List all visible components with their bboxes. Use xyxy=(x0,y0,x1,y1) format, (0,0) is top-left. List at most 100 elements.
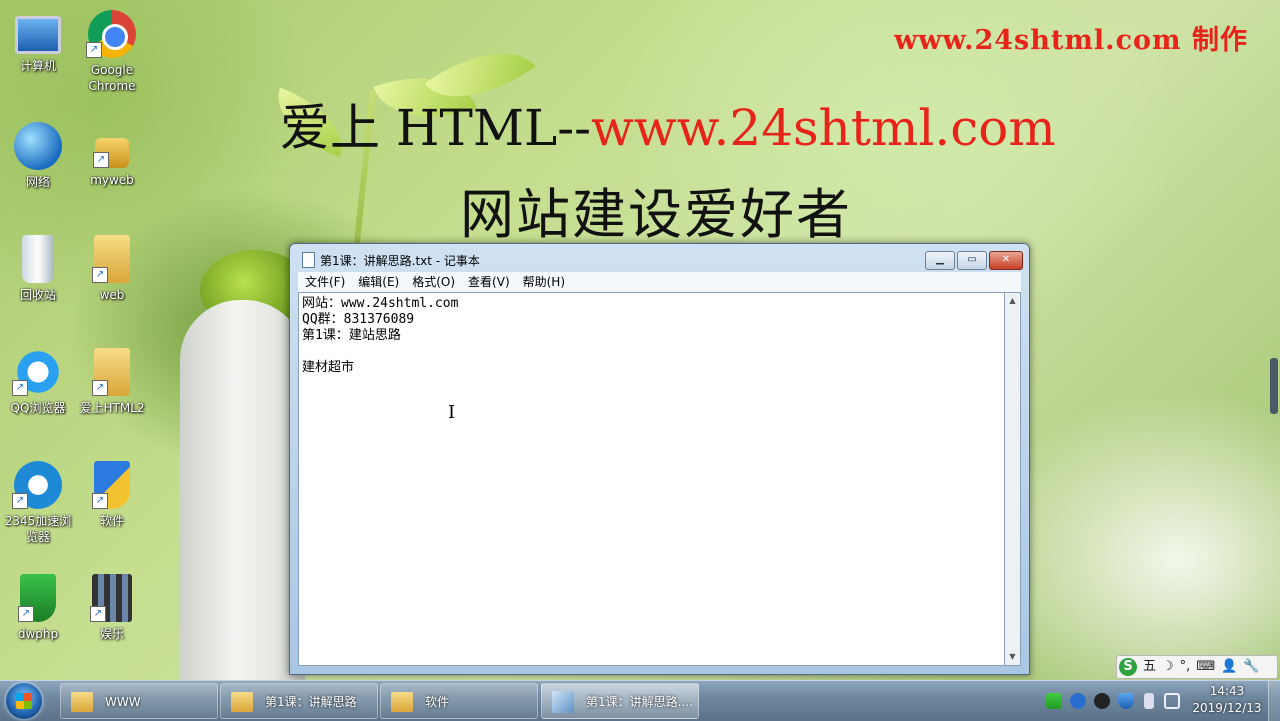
desktop-icon-label: 网络 xyxy=(25,175,50,189)
overlay-title-black: 爱上 HTML-- xyxy=(280,99,592,157)
shortcut-arrow-icon: ↗ xyxy=(92,380,108,396)
tray-action-center-icon[interactable] xyxy=(1164,693,1180,709)
folder-icon xyxy=(71,692,93,712)
clock-date: 2019/12/13 xyxy=(1192,701,1262,715)
desktop-icon-network[interactable]: 网络 xyxy=(0,122,76,190)
desktop-icon-label: Google Chrome xyxy=(88,63,136,93)
ime-toolbar[interactable]: S 五 ☽ °, ⌨ 👤 🔧 xyxy=(1116,655,1278,679)
desktop-icon-entertainment[interactable]: ↗ 娱乐 xyxy=(74,574,150,642)
taskbar-item-label: 第1课：讲解思路.... xyxy=(586,695,693,709)
side-panel-handle[interactable] xyxy=(1270,358,1278,414)
taskbar-item-label: 第1课：讲解思路 xyxy=(265,695,357,709)
recycle-bin-icon xyxy=(22,235,54,283)
notepad-window: 第1课：讲解思路.txt - 记事本 ▁ ▭ ✕ 文件(F) 编辑(E) 格式(O)… xyxy=(289,243,1030,675)
menu-view[interactable]: 查看(V) xyxy=(462,272,516,292)
shortcut-arrow-icon: ↗ xyxy=(93,152,109,168)
flower-pot xyxy=(180,300,305,680)
desktop-icon-html2[interactable]: ↗ 爱上HTML2 xyxy=(74,348,150,416)
taskbar-item-label: 软件 xyxy=(425,695,450,709)
shortcut-arrow-icon: ↗ xyxy=(92,267,108,283)
notepad-icon xyxy=(302,252,315,268)
tray-qq-icon[interactable] xyxy=(1094,693,1110,709)
ime-keyboard-icon[interactable]: ⌨ xyxy=(1196,656,1215,678)
menu-help[interactable]: 帮助(H) xyxy=(517,272,571,292)
minimize-button[interactable]: ▁ xyxy=(925,251,955,270)
computer-icon xyxy=(15,16,61,54)
taskbar-item-notepad[interactable]: 第1课：讲解思路.... xyxy=(541,683,699,719)
desktop-icon-recycle-bin[interactable]: 回收站 xyxy=(0,235,76,303)
taskbar: WWW 第1课：讲解思路 软件 第1课：讲解思路.... 14:43 2019/… xyxy=(0,680,1280,721)
menu-format[interactable]: 格式(O) xyxy=(406,272,461,292)
chrome-icon: ↗ xyxy=(86,10,136,58)
overlay-subtitle: 网站建设爱好者 xyxy=(460,183,852,246)
desktop-icon-dwphp[interactable]: ↗ dwphp xyxy=(0,574,76,642)
folder-icon xyxy=(391,692,413,712)
desktop-icon-label: 计算机 xyxy=(19,59,56,73)
shortcut-arrow-icon: ↗ xyxy=(86,42,102,58)
tray-info-icon[interactable] xyxy=(1070,693,1086,709)
desktop-icon-computer[interactable]: 计算机 xyxy=(0,10,76,74)
taskbar-item-lesson-folder[interactable]: 第1课：讲解思路 xyxy=(220,683,378,719)
watermark: www.24shtml.com 制作 xyxy=(894,25,1248,56)
desktop-icon-chrome[interactable]: ↗ Google Chrome xyxy=(74,10,150,94)
window-title: 第1课：讲解思路.txt - 记事本 xyxy=(320,254,480,268)
shortcut-arrow-icon: ↗ xyxy=(12,380,28,396)
desktop-icon-label: 娱乐 xyxy=(99,627,124,641)
text-cursor-icon: I xyxy=(448,402,456,423)
desktop-icon-label: 2345加速浏览器 xyxy=(4,514,72,544)
lock-icon: ↗ xyxy=(93,138,129,168)
overlay-title-red: www.24shtml.com xyxy=(591,99,1056,157)
ime-settings-icon[interactable]: 🔧 xyxy=(1243,656,1259,678)
vertical-scrollbar[interactable]: ▲ ▼ xyxy=(1005,292,1021,666)
ime-moon-icon[interactable]: ☽ xyxy=(1162,656,1174,678)
menu-file[interactable]: 文件(F) xyxy=(299,272,351,292)
show-desktop-button[interactable] xyxy=(1268,681,1280,721)
film-icon: ↗ xyxy=(90,574,132,622)
desktop-icon-2345-browser[interactable]: ↗ 2345加速浏览器 xyxy=(0,461,76,545)
scroll-up-icon[interactable]: ▲ xyxy=(1005,293,1020,309)
taskbar-item-www[interactable]: WWW xyxy=(60,683,218,719)
close-button[interactable]: ✕ xyxy=(989,251,1023,270)
ime-user-icon[interactable]: 👤 xyxy=(1221,656,1237,678)
desktop-icon-label: 回收站 xyxy=(19,288,56,302)
desktop-icon-myweb[interactable]: ↗ myweb xyxy=(74,122,150,188)
shortcut-arrow-icon: ↗ xyxy=(90,606,106,622)
taskbar-clock[interactable]: 14:43 2019/12/13 xyxy=(1188,683,1266,717)
qq-browser-icon: ↗ xyxy=(12,348,62,396)
desktop-icon-web[interactable]: ↗ web xyxy=(74,235,150,303)
start-button[interactable] xyxy=(6,683,42,719)
shortcut-arrow-icon: ↗ xyxy=(92,493,108,509)
text-editor-area[interactable]: 网站：www.24shtml.com QQ群：831376089 第1课：建站思… xyxy=(298,292,1005,666)
tray-security-shield-icon[interactable] xyxy=(1118,693,1134,709)
maximize-button[interactable]: ▭ xyxy=(957,251,987,270)
network-globe-icon xyxy=(14,122,62,170)
desktop-icon-label: myweb xyxy=(90,173,134,187)
window-titlebar[interactable]: 第1课：讲解思路.txt - 记事本 ▁ ▭ ✕ xyxy=(290,244,1029,272)
ie-browser-icon: ↗ xyxy=(12,461,62,509)
shortcut-arrow-icon: ↗ xyxy=(18,606,34,622)
notepad-icon xyxy=(552,691,574,713)
ime-punct-icon[interactable]: °, xyxy=(1180,656,1191,678)
desktop-icon-label: dwphp xyxy=(17,627,59,641)
overlay-title: 爱上 HTML--www.24shtml.com xyxy=(280,88,1056,160)
desktop-icon-label: 爱上HTML2 xyxy=(79,401,145,415)
menu-bar: 文件(F) 编辑(E) 格式(O) 查看(V) 帮助(H) xyxy=(298,272,1021,292)
folder-icon xyxy=(231,692,253,712)
menu-edit[interactable]: 编辑(E) xyxy=(352,272,405,292)
taskbar-item-software[interactable]: 软件 xyxy=(380,683,538,719)
scroll-down-icon[interactable]: ▼ xyxy=(1005,649,1020,665)
desktop-icon-label: web xyxy=(99,288,125,302)
taskbar-item-label: WWW xyxy=(105,695,141,709)
desktop-icon-label: QQ浏览器 xyxy=(10,401,66,415)
sogou-icon[interactable]: S xyxy=(1119,658,1137,676)
green-shield-check-icon: ↗ xyxy=(18,574,56,622)
desktop-icon-software[interactable]: ↗ 软件 xyxy=(74,461,150,529)
folder-icon: ↗ xyxy=(92,235,130,283)
tray-network-monitor-icon[interactable] xyxy=(1046,693,1062,709)
folder-icon: ↗ xyxy=(92,348,130,396)
shortcut-arrow-icon: ↗ xyxy=(12,493,28,509)
tray-volume-icon[interactable] xyxy=(1144,693,1154,709)
ime-mode[interactable]: 五 xyxy=(1143,656,1156,678)
desktop-icon-qq-browser[interactable]: ↗ QQ浏览器 xyxy=(0,348,76,416)
clock-time: 14:43 xyxy=(1209,684,1245,698)
